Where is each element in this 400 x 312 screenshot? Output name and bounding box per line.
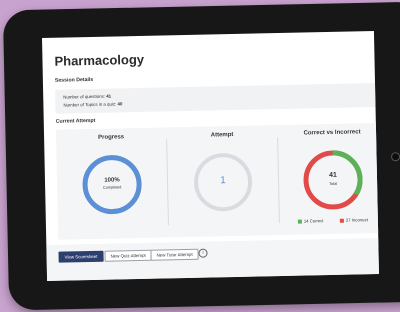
correct-incorrect-card: Correct vs Incorrect 41 Total 14 Correct… [278,123,379,235]
attempt-card: Attempt 1 [167,125,279,237]
action-bar: View Scoresheet New Quiz Attempt New Tut… [46,238,380,281]
legend-correct: 14 Correct [297,218,324,224]
questions-label: Number of questions: [63,93,106,100]
session-details-heading: Session Details [54,76,94,84]
view-scoresheet-button[interactable]: View Scoresheet [58,250,104,263]
attempt-cards: Progress 100% Completed Attempt 1 Correc… [55,122,380,240]
topics-value: 40 [117,101,123,107]
legend-correct-swatch [297,219,302,224]
attempt-title: Attempt [210,132,234,139]
legend-incorrect: 27 Incorrect [339,217,369,223]
legend-incorrect-label: 27 Incorrect [345,217,369,223]
questions-value: 41 [106,93,112,99]
progress-card: Progress 100% Completed [56,127,168,239]
info-icon[interactable]: i [198,248,208,258]
new-tutor-attempt-button[interactable]: New Tutor Attempt [150,248,199,261]
topics-label: Number of Topics in a quiz: [63,101,117,108]
legend-correct-label: 14 Correct [303,218,324,224]
legend-incorrect-swatch [339,218,344,223]
questions-count-line: Number of questions: 41 [63,94,111,100]
topics-count-line: Number of Topics in a quiz: 40 [63,101,122,107]
correct-incorrect-title: Correct vs Incorrect [303,129,361,137]
camera-icon [390,152,400,162]
app-screen: Pharmacology Session Details Number of q… [42,31,380,281]
page-title: Pharmacology [54,51,145,69]
attempt-value: 1 [220,175,226,187]
session-details-box: Number of questions: 41 Number of Topics… [55,83,376,114]
correct-incorrect-ring [303,150,363,210]
new-quiz-attempt-button[interactable]: New Quiz Attempt [104,249,152,262]
current-attempt-heading: Current Attempt [55,117,96,125]
progress-title: Progress [98,134,125,141]
total-value: 41 [328,171,337,180]
